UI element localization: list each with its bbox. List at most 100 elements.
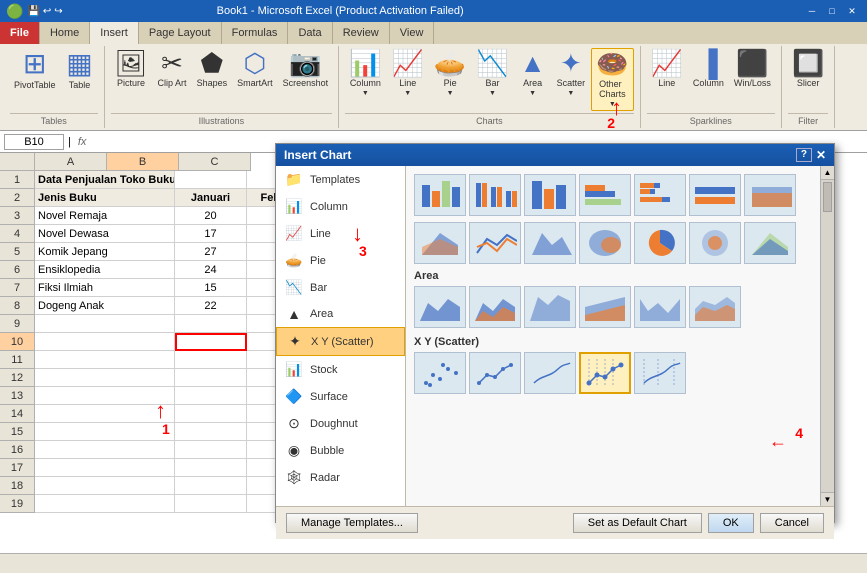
chart-category-templates[interactable]: 📁 Templates	[276, 166, 405, 193]
picture-btn[interactable]: 🖼 Picture	[111, 48, 152, 90]
area-dropdown[interactable]: ▼	[529, 90, 536, 97]
chart-category-stock[interactable]: 📊 Stock	[276, 356, 405, 383]
chart-thumb-r2-7[interactable]	[744, 222, 796, 264]
chart-thumb-r2-5[interactable]	[634, 222, 686, 264]
chart-category-bar[interactable]: 📉 Bar	[276, 274, 405, 301]
chart-thumb-bar6[interactable]	[689, 174, 741, 216]
sparkline-line-btn[interactable]: 📈 Line	[647, 48, 687, 90]
row-num-8[interactable]: 8	[0, 297, 35, 315]
cell-b10[interactable]	[175, 333, 247, 351]
cell-b7[interactable]: 15	[175, 279, 247, 297]
scatter-thumb-2[interactable]	[469, 352, 521, 394]
chart-category-column[interactable]: 📊 Column	[276, 193, 405, 220]
row-num-7[interactable]: 7	[0, 279, 35, 297]
cell-a19[interactable]	[35, 495, 175, 513]
pie-dropdown[interactable]: ▼	[447, 90, 454, 97]
cell-a12[interactable]	[35, 369, 175, 387]
cell-a7[interactable]: Fiksi Ilmiah	[35, 279, 175, 297]
tab-file[interactable]: File	[0, 22, 40, 44]
scatter-thumb-4-selected[interactable]	[579, 352, 631, 394]
row-num-10[interactable]: 10	[0, 333, 35, 351]
row-num-18[interactable]: 18	[0, 477, 35, 495]
chart-category-radar[interactable]: 🕸 Radar	[276, 464, 405, 491]
window-controls[interactable]: ─ □ ✕	[803, 4, 861, 18]
cell-a4[interactable]: Novel Dewasa	[35, 225, 175, 243]
row-num-2[interactable]: 2	[0, 189, 35, 207]
cell-reference-input[interactable]	[4, 134, 64, 150]
cell-a6[interactable]: Ensiklopedia	[35, 261, 175, 279]
bar-chart-btn[interactable]: 📉 Bar ▼	[472, 48, 512, 99]
row-num-15[interactable]: 15	[0, 423, 35, 441]
chart-category-surface[interactable]: 🔷 Surface	[276, 383, 405, 410]
cell-a8[interactable]: Dogeng Anak	[35, 297, 175, 315]
shapes-btn[interactable]: ⬟ Shapes	[193, 48, 232, 90]
cancel-btn[interactable]: Cancel	[760, 513, 824, 533]
cell-a1[interactable]: Data Penjualan Toko Buku Makmur	[35, 171, 175, 189]
chart-category-line[interactable]: 📈 Line	[276, 220, 405, 247]
save-quick[interactable]: 💾	[27, 6, 39, 17]
tab-formulas[interactable]: Formulas	[222, 22, 289, 44]
cell-a3[interactable]: Novel Remaja	[35, 207, 175, 225]
col-header-b[interactable]: B	[107, 153, 179, 171]
cell-a11[interactable]	[35, 351, 175, 369]
slicer-btn[interactable]: 🔲 Slicer	[788, 48, 828, 90]
tab-data[interactable]: Data	[288, 22, 332, 44]
cell-a2[interactable]: Jenis Buku	[35, 189, 175, 207]
chart-thumb-r2-1[interactable]	[414, 222, 466, 264]
dialog-help-btn[interactable]: ?	[796, 148, 812, 162]
row-num-6[interactable]: 6	[0, 261, 35, 279]
row-num-12[interactable]: 12	[0, 369, 35, 387]
chart-thumb-r2-4[interactable]	[579, 222, 631, 264]
chart-thumb-bar2[interactable]	[469, 174, 521, 216]
clip-art-btn[interactable]: ✂ Clip Art	[154, 48, 191, 90]
column-dropdown[interactable]: ▼	[362, 90, 369, 97]
area-thumb-6[interactable]	[689, 286, 741, 328]
area-thumb-5[interactable]	[634, 286, 686, 328]
chart-thumb-bar7[interactable]	[744, 174, 796, 216]
line-chart-btn[interactable]: 📈 Line ▼	[388, 48, 428, 99]
dialog-close-btn[interactable]: ✕	[816, 148, 826, 162]
undo-quick[interactable]: ↩	[43, 6, 51, 17]
chart-thumb-bar3[interactable]	[524, 174, 576, 216]
scatter-thumb-1[interactable]	[414, 352, 466, 394]
cell-b19[interactable]	[175, 495, 247, 513]
sparkline-winloss-btn[interactable]: ⬛ Win/Loss	[730, 48, 775, 90]
chart-category-xyscatter[interactable]: ✦ X Y (Scatter)	[276, 327, 405, 356]
dialog-scrollbar[interactable]: ▲ ▼	[820, 166, 834, 506]
cell-b14[interactable]	[175, 405, 247, 423]
table-btn[interactable]: ▦ Table	[62, 48, 98, 92]
row-num-16[interactable]: 16	[0, 441, 35, 459]
line-dropdown[interactable]: ▼	[404, 90, 411, 97]
cell-a10[interactable]	[35, 333, 175, 351]
scatter-thumb-5[interactable]	[634, 352, 686, 394]
chart-category-doughnut[interactable]: ⊙ Doughnut	[276, 410, 405, 437]
scroll-up-btn[interactable]: ▲	[821, 166, 834, 180]
cell-b4[interactable]: 17	[175, 225, 247, 243]
cell-a18[interactable]	[35, 477, 175, 495]
tab-page-layout[interactable]: Page Layout	[139, 22, 222, 44]
chart-thumb-bar4[interactable]	[579, 174, 631, 216]
cell-b17[interactable]	[175, 459, 247, 477]
tab-review[interactable]: Review	[333, 22, 390, 44]
cell-b15[interactable]	[175, 423, 247, 441]
redo-quick[interactable]: ↪	[54, 6, 62, 17]
cell-b2[interactable]: Januari	[175, 189, 247, 207]
cell-b18[interactable]	[175, 477, 247, 495]
row-num-4[interactable]: 4	[0, 225, 35, 243]
area-thumb-3[interactable]	[524, 286, 576, 328]
chart-thumb-bar5[interactable]	[634, 174, 686, 216]
row-num-1[interactable]: 1	[0, 171, 35, 189]
chart-thumb-r2-6[interactable]	[689, 222, 741, 264]
cell-a13[interactable]	[35, 387, 175, 405]
col-header-c[interactable]: C	[179, 153, 251, 171]
cell-b12[interactable]	[175, 369, 247, 387]
cell-a14[interactable]	[35, 405, 175, 423]
area-chart-btn[interactable]: ▲ Area ▼	[515, 48, 551, 99]
area-thumb-1[interactable]	[414, 286, 466, 328]
cell-b6[interactable]: 24	[175, 261, 247, 279]
scatter-thumb-3[interactable]	[524, 352, 576, 394]
cell-a17[interactable]	[35, 459, 175, 477]
cell-b13[interactable]	[175, 387, 247, 405]
smartart-btn[interactable]: ⬡ SmartArt	[233, 48, 277, 90]
cell-a9[interactable]	[35, 315, 175, 333]
